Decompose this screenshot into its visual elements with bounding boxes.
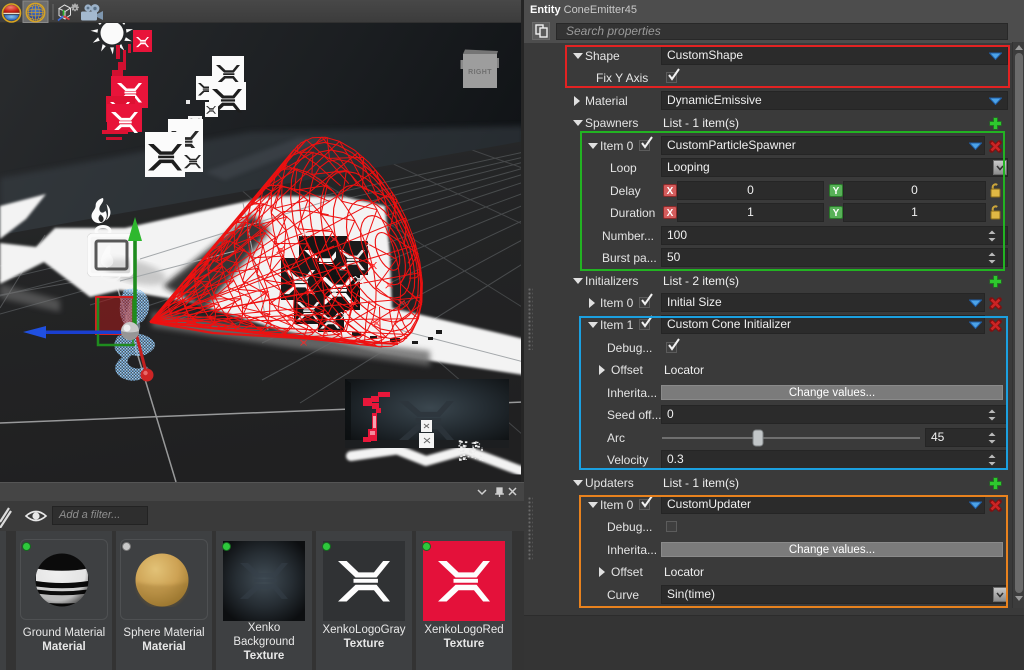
svg-text:RIGHT: RIGHT: [468, 69, 492, 76]
